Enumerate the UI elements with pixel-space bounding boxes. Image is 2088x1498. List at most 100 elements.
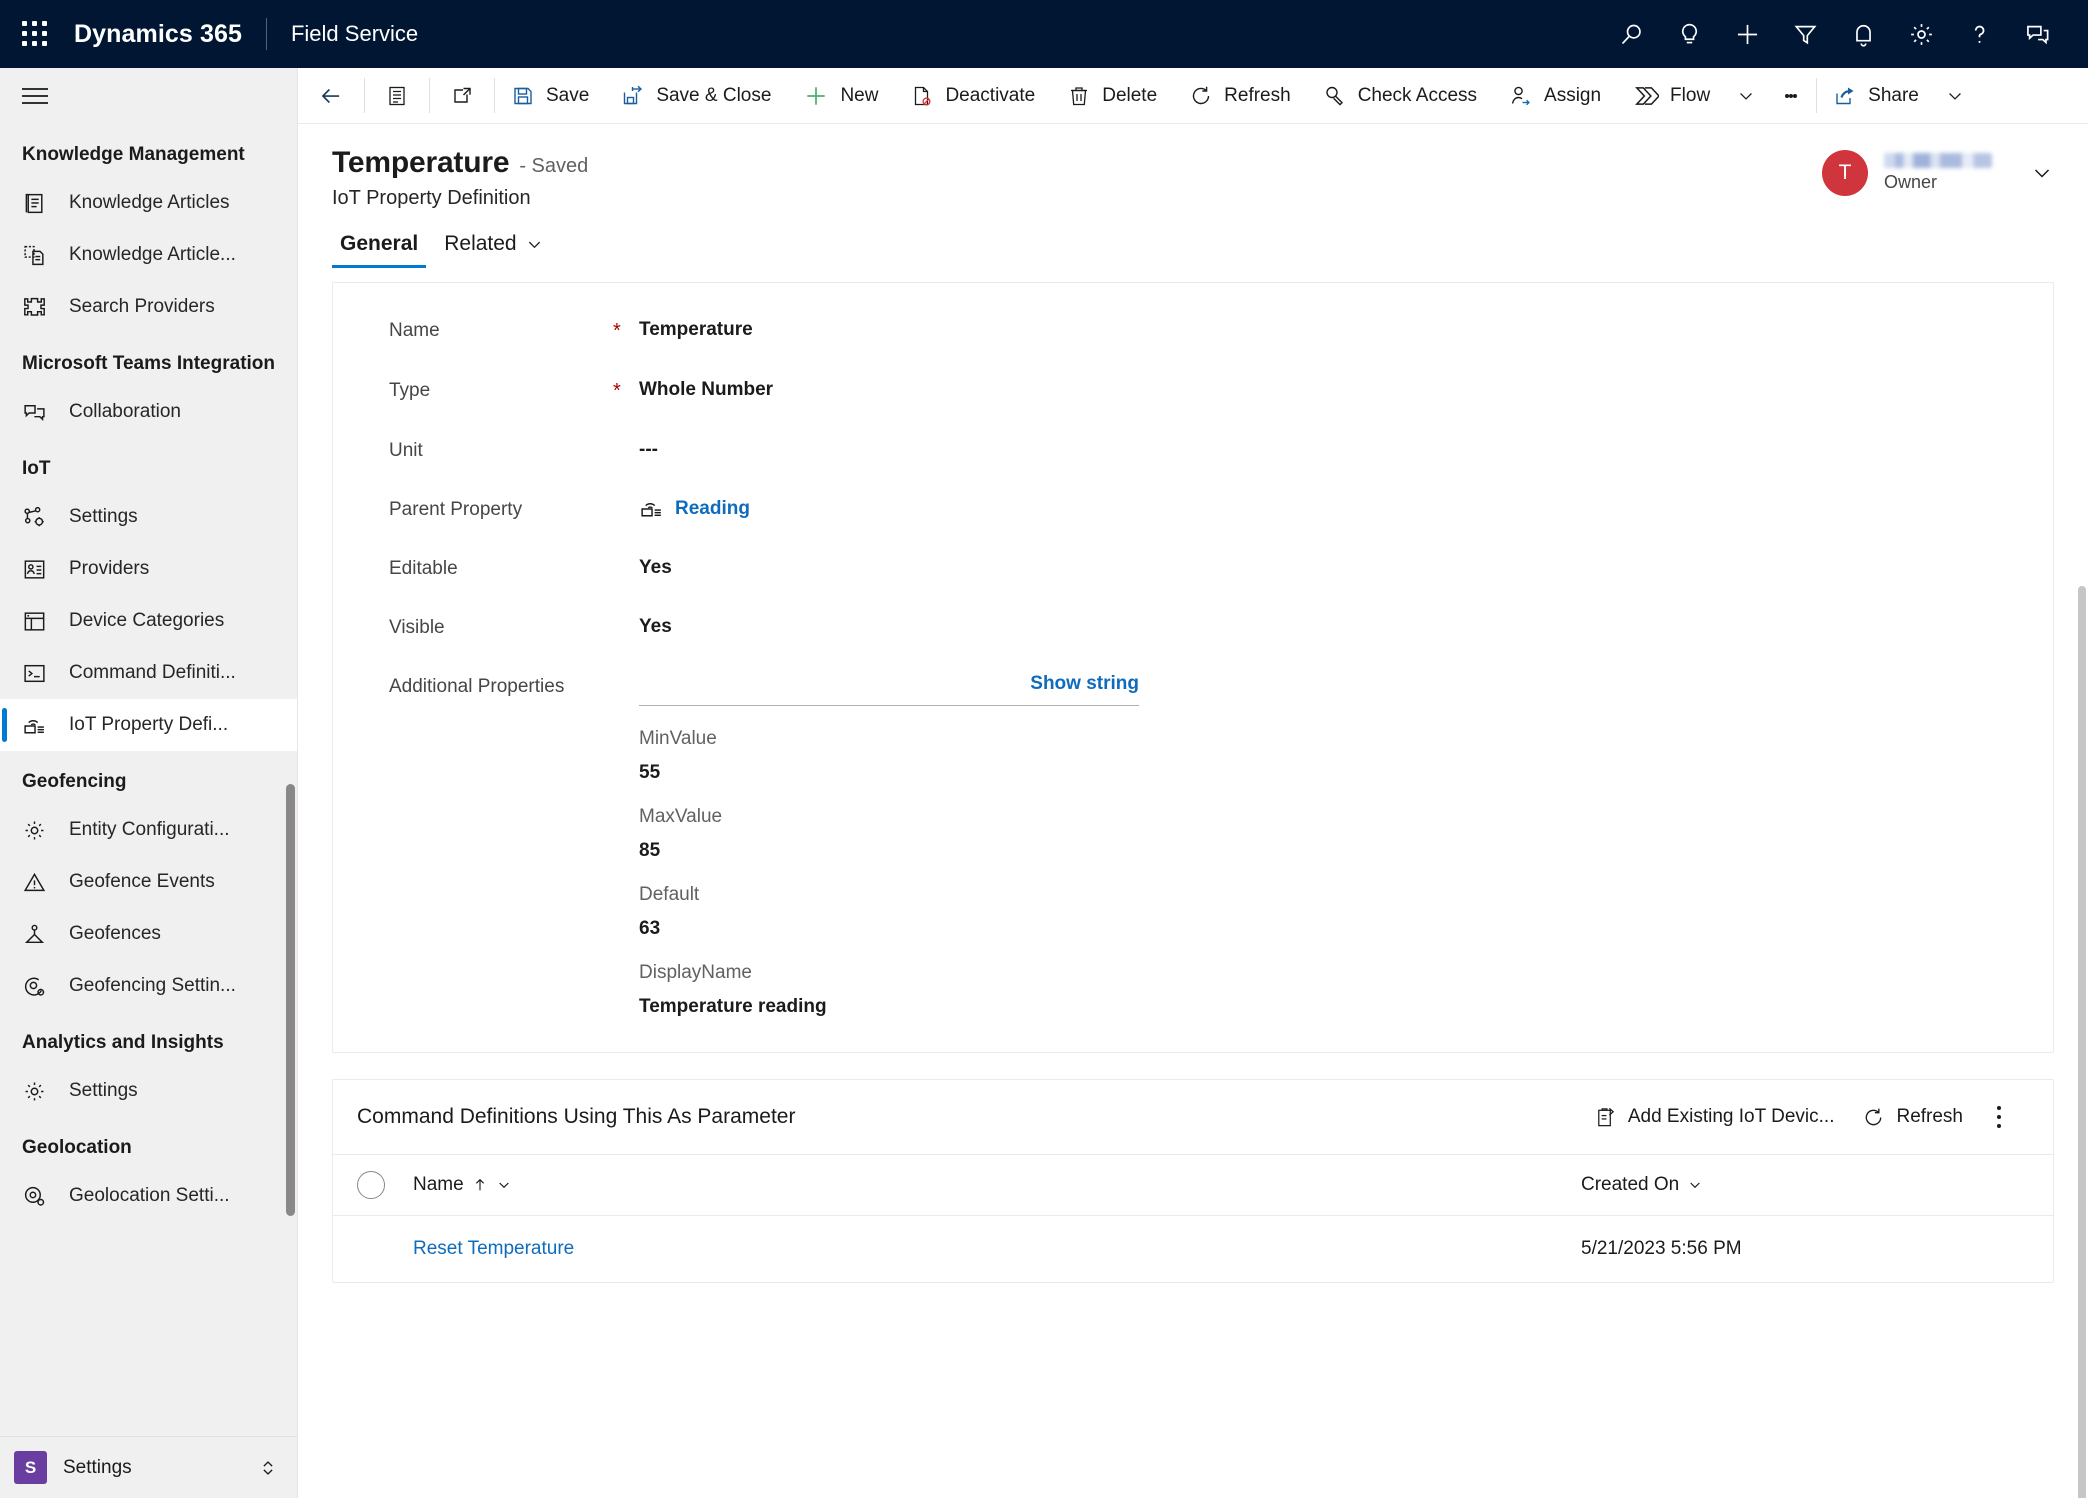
chevron-down-icon[interactable] [1687,1177,1703,1193]
app-name-label[interactable]: Field Service [291,21,418,47]
sidebar-item-geofences[interactable]: Geofences [0,908,297,960]
sidebar-item-knowledge-articles[interactable]: Knowledge Articles [0,177,297,229]
field-value-parent-property-link[interactable]: Reading [675,498,750,520]
flow-chevron-down-icon[interactable] [1726,68,1766,123]
share-chevron-down-icon[interactable] [1935,68,1975,123]
delete-button[interactable]: Delete [1051,68,1173,123]
sidebar-item-geofence-events[interactable]: Geofence Events [0,856,297,908]
back-button[interactable] [298,68,364,123]
sidebar-item-collaboration[interactable]: Collaboration [0,386,297,438]
additional-property-maxvalue: MaxValue 85 [639,784,1139,862]
table-row[interactable]: Reset Temperature 5/21/2023 5:56 PM [333,1216,2053,1282]
required-spacer [613,614,639,617]
gear-icon[interactable] [1892,0,1950,68]
sidebar-item-label: Knowledge Article... [69,244,236,266]
sidebar-item-label: Settings [69,506,138,528]
check-access-button[interactable]: Check Access [1307,68,1493,123]
sidebar-scrollbar[interactable] [286,784,295,1216]
field-value-editable[interactable]: Yes [639,555,672,579]
subgrid-refresh-button[interactable]: Refresh [1848,1106,1977,1129]
chevron-down-icon[interactable] [2030,161,2054,185]
sidebar-item-device-categories[interactable]: Device Categories [0,595,297,647]
owner-name-redacted [1884,153,1992,168]
owner-field[interactable]: T Owner [1822,146,2054,196]
question-icon[interactable] [1950,0,2008,68]
add-existing-iot-device-button[interactable]: Add Existing IoT Devic... [1580,1106,1849,1129]
sidebar-item-search-providers[interactable]: Search Providers [0,281,297,333]
field-value-type[interactable]: Whole Number [639,377,773,401]
sidebar-group-title: Analytics and Insights [22,1032,224,1054]
sidebar-item-geolocation-settings[interactable]: Geolocation Setti... [0,1170,297,1222]
hamburger-menu-icon[interactable] [0,68,297,124]
field-value-unit[interactable]: --- [639,437,658,461]
new-button[interactable]: New [787,68,894,123]
field-value-name[interactable]: Temperature [639,317,753,341]
chevron-updown-icon[interactable] [257,1457,279,1479]
page-scrollbar[interactable] [2078,586,2086,1498]
select-all-checkbox[interactable] [357,1171,385,1199]
deactivate-button[interactable]: Deactivate [894,68,1051,123]
sidebar-group-title: Microsoft Teams Integration [22,353,276,375]
site-area-label: Settings [63,1456,132,1478]
filter-icon[interactable] [1776,0,1834,68]
row-name-link[interactable]: Reset Temperature [413,1238,1581,1260]
sidebar-item-command-definitions[interactable]: Command Definiti... [0,647,297,699]
brand-title[interactable]: Dynamics 365 [74,20,242,49]
sidebar-item-entity-configuration[interactable]: Entity Configurati... [0,804,297,856]
record-entity-label: IoT Property Definition [332,187,531,209]
column-header-name-label: Name [413,1174,464,1195]
sidebar-item-label: Device Categories [69,610,225,632]
tab-general[interactable]: General [332,226,427,268]
bell-icon[interactable] [1834,0,1892,68]
property-value[interactable]: 63 [639,918,1139,940]
field-label: Unit [389,440,423,461]
assign-button[interactable]: Assign [1493,68,1617,123]
sidebar-item-knowledge-article-templates[interactable]: Knowledge Article... [0,229,297,281]
sidebar-item-iot-property-definitions[interactable]: IoT Property Defi... [0,699,297,752]
property-value[interactable]: Temperature reading [639,996,1139,1018]
additional-property-minvalue: MinValue 55 [639,706,1139,784]
sidebar-item-label: Geofences [69,923,161,945]
form-selector-button[interactable] [365,68,429,123]
providers-icon [22,557,52,582]
sidebar-item-geofencing-settings[interactable]: Geofencing Settin... [0,960,297,1012]
save-and-close-button[interactable]: Save & Close [605,68,787,123]
sidebar-item-providers[interactable]: Providers [0,543,297,595]
collaboration-icon [22,400,52,425]
avatar: T [1822,150,1868,196]
app-launcher-icon[interactable] [22,21,48,47]
site-area-switcher[interactable]: S Settings [0,1436,297,1498]
property-value[interactable]: 85 [639,840,1139,862]
save-button[interactable]: Save [495,68,605,123]
property-key: MinValue [639,728,717,749]
sidebar-item-analytics-settings[interactable]: Settings [0,1065,297,1117]
field-label: Visible [389,617,445,638]
field-editable: Editable Yes [333,555,2053,580]
search-icon[interactable] [1602,0,1660,68]
tab-related[interactable]: Related [436,226,551,268]
chevron-down-icon[interactable] [496,1177,512,1193]
field-label: Editable [389,558,458,579]
more-commands-button[interactable] [1766,68,1816,123]
share-button[interactable]: Share [1817,68,1935,123]
property-value[interactable]: 55 [639,762,1139,784]
main-content: Save Save & Close New Deactivate Delete [298,68,2088,1498]
plus-icon[interactable] [1718,0,1776,68]
subgrid-more-commands-button[interactable] [1977,1104,2021,1131]
site-area-badge: S [14,1451,47,1484]
popout-button[interactable] [430,68,494,123]
show-string-link[interactable]: Show string [1030,673,1139,695]
lightbulb-icon[interactable] [1660,0,1718,68]
feedback-icon[interactable] [2008,0,2066,68]
additional-property-default: Default 63 [639,862,1139,940]
column-header-created-on-label: Created On [1581,1174,1680,1195]
property-key: Default [639,884,700,905]
column-header-created-on[interactable]: Created On [1581,1174,2021,1196]
refresh-button[interactable]: Refresh [1173,68,1307,123]
new-label: New [840,84,879,106]
required-spacer [613,496,639,499]
sidebar-item-iot-settings[interactable]: Settings [0,491,297,543]
field-value-visible[interactable]: Yes [639,614,672,638]
column-header-name[interactable]: Name [413,1174,1581,1196]
flow-button[interactable]: Flow [1617,68,1726,123]
